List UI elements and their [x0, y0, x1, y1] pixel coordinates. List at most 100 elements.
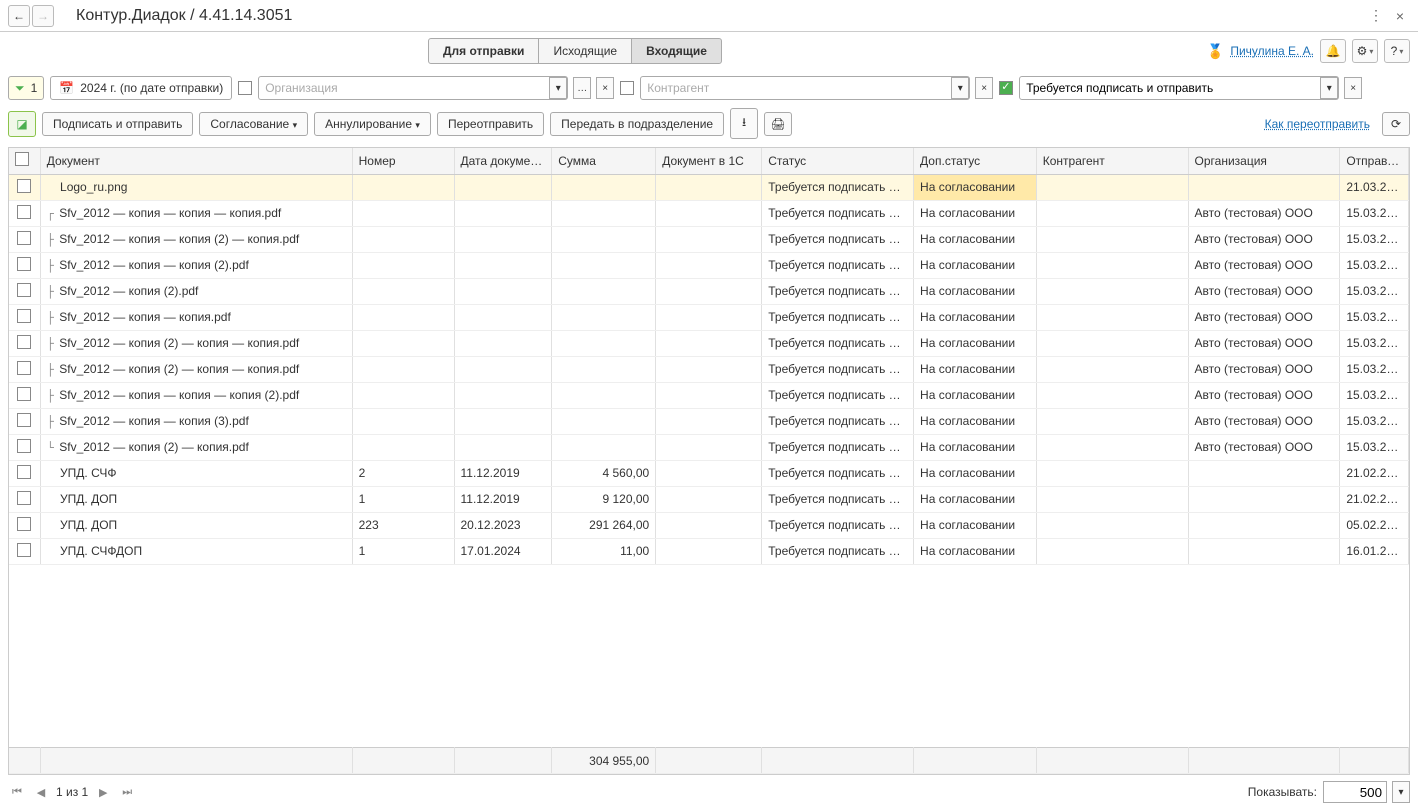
cell: [552, 278, 656, 304]
cell: [552, 330, 656, 356]
tab-outgoing[interactable]: Исходящие: [538, 38, 632, 64]
row-checkbox[interactable]: [17, 231, 31, 245]
sign-send-button[interactable]: Подписать и отправить: [42, 112, 193, 136]
close-icon[interactable]: ×: [1390, 6, 1410, 26]
cell: [9, 252, 40, 278]
ctr-dropdown-button[interactable]: ▾: [951, 77, 969, 99]
page-size-input[interactable]: [1323, 781, 1387, 803]
select-all-button[interactable]: ◪: [8, 111, 36, 137]
header-status[interactable]: Статус: [762, 148, 914, 174]
row-checkbox[interactable]: [17, 413, 31, 427]
page-last-button[interactable]: ⏭: [118, 783, 136, 801]
how-resend-link[interactable]: Как переотправить: [1265, 117, 1370, 131]
tab-draft[interactable]: Для отправки: [428, 38, 539, 64]
refresh-button[interactable]: ⟳: [1382, 112, 1410, 136]
header-ctr[interactable]: Контрагент: [1036, 148, 1188, 174]
user-link[interactable]: Пичулина Е. А.: [1230, 44, 1314, 58]
table-row[interactable]: УПД. СЧФДОП117.01.202411,00Требуется под…: [9, 538, 1409, 564]
cell: [1036, 304, 1188, 330]
row-checkbox[interactable]: [17, 465, 31, 479]
annul-button[interactable]: Аннулирование ▾: [314, 112, 431, 136]
date-filter[interactable]: 📅 2024 г. (по дате отправки): [50, 76, 232, 100]
row-checkbox[interactable]: [17, 543, 31, 557]
row-checkbox[interactable]: [17, 205, 31, 219]
filter-button[interactable]: ⏷ 1: [8, 76, 44, 100]
cell: ├ Sfv_2012 — копия (2) — копия — копия.p…: [40, 356, 352, 382]
help-icon[interactable]: ?: [1384, 39, 1410, 63]
row-checkbox[interactable]: [17, 309, 31, 323]
resend-button[interactable]: Переотправить: [437, 112, 544, 136]
org-clear-button[interactable]: ×: [596, 77, 614, 99]
table-row[interactable]: ├ Sfv_2012 — копия — копия (2) — копия.p…: [9, 226, 1409, 252]
ctr-checkbox[interactable]: [620, 81, 634, 95]
cell: 15.03.2024: [1340, 278, 1409, 304]
table-row[interactable]: Logo_ru.pngТребуется подписать и о...На …: [9, 175, 1409, 201]
cell: [1188, 512, 1340, 538]
row-checkbox[interactable]: [17, 335, 31, 349]
page-next-button[interactable]: ▶: [94, 783, 112, 801]
header-doc[interactable]: Документ: [40, 148, 352, 174]
table-row[interactable]: ├ Sfv_2012 — копия — копия (3).pdfТребуе…: [9, 408, 1409, 434]
org-more-button[interactable]: …: [573, 77, 591, 99]
row-checkbox[interactable]: [17, 439, 31, 453]
action-toolbar: ◪ Подписать и отправить Согласование ▾ А…: [0, 104, 1418, 147]
tree-glyph: ├: [47, 311, 54, 325]
nav-back-button[interactable]: ←: [8, 5, 30, 27]
bell-icon[interactable]: 🔔: [1320, 39, 1346, 63]
cell: Требуется подписать и о...: [762, 200, 914, 226]
header-checkbox[interactable]: [9, 148, 40, 174]
header-sent[interactable]: Отправлен: [1340, 148, 1409, 174]
row-checkbox[interactable]: [17, 361, 31, 375]
table-row[interactable]: УПД. ДОП111.12.20199 120,00Требуется под…: [9, 486, 1409, 512]
gear-icon[interactable]: ⚙: [1352, 39, 1378, 63]
tree-glyph: ┌: [47, 207, 54, 221]
nav-forward-button[interactable]: →: [32, 5, 54, 27]
page-first-button[interactable]: ⏮: [8, 783, 26, 801]
table-row[interactable]: ├ Sfv_2012 — копия (2).pdfТребуется подп…: [9, 278, 1409, 304]
org-checkbox[interactable]: [238, 81, 252, 95]
cell: На согласовании: [914, 330, 1037, 356]
cell: Требуется подписать и о...: [762, 460, 914, 486]
status-input[interactable]: [1020, 81, 1321, 95]
cell: На согласовании: [914, 200, 1037, 226]
header-sub[interactable]: Доп.статус: [914, 148, 1037, 174]
approve-button[interactable]: Согласование ▾: [199, 112, 308, 136]
header-date[interactable]: Дата документа: [454, 148, 552, 174]
header-org[interactable]: Организация: [1188, 148, 1340, 174]
ctr-input[interactable]: [641, 81, 952, 95]
tree-glyph: └: [47, 441, 54, 455]
table-row[interactable]: ┌ Sfv_2012 — копия — копия — копия.pdfТр…: [9, 200, 1409, 226]
org-dropdown-button[interactable]: ▾: [549, 77, 567, 99]
row-checkbox[interactable]: [17, 491, 31, 505]
download-button[interactable]: ⭳: [730, 108, 758, 139]
cell: [454, 330, 552, 356]
table-row[interactable]: ├ Sfv_2012 — копия (2) — копия — копия.p…: [9, 356, 1409, 382]
table-row[interactable]: УПД. СЧФ211.12.20194 560,00Требуется под…: [9, 460, 1409, 486]
status-dropdown-button[interactable]: ▾: [1320, 77, 1338, 99]
status-checkbox[interactable]: [999, 81, 1013, 95]
row-checkbox[interactable]: [17, 517, 31, 531]
table-row[interactable]: ├ Sfv_2012 — копия (2) — копия — копия.p…: [9, 330, 1409, 356]
table-row[interactable]: УПД. ДОП22320.12.2023291 264,00Требуется…: [9, 512, 1409, 538]
cell: [656, 382, 762, 408]
table-row[interactable]: ├ Sfv_2012 — копия — копия — копия (2).p…: [9, 382, 1409, 408]
table-row[interactable]: ├ Sfv_2012 — копия — копия (2).pdfТребуе…: [9, 252, 1409, 278]
table-row[interactable]: ├ Sfv_2012 — копия — копия.pdfТребуется …: [9, 304, 1409, 330]
page-prev-button[interactable]: ◀: [32, 783, 50, 801]
more-menu-icon[interactable]: ⋮: [1366, 6, 1386, 26]
status-clear-button[interactable]: ×: [1344, 77, 1362, 99]
page-size-dropdown[interactable]: ▾: [1392, 781, 1410, 803]
print-button[interactable]: 🖨: [764, 112, 792, 136]
org-input[interactable]: [259, 81, 550, 95]
tab-incoming[interactable]: Входящие: [631, 38, 722, 64]
row-checkbox[interactable]: [17, 257, 31, 271]
ctr-clear-button[interactable]: ×: [975, 77, 993, 99]
header-sum[interactable]: Сумма: [552, 148, 656, 174]
row-checkbox[interactable]: [17, 387, 31, 401]
header-num[interactable]: Номер: [352, 148, 454, 174]
table-row[interactable]: └ Sfv_2012 — копия (2) — копия.pdfТребуе…: [9, 434, 1409, 460]
header-1c[interactable]: Документ в 1С: [656, 148, 762, 174]
row-checkbox[interactable]: [17, 179, 31, 193]
transfer-button[interactable]: Передать в подразделение: [550, 112, 724, 136]
row-checkbox[interactable]: [17, 283, 31, 297]
